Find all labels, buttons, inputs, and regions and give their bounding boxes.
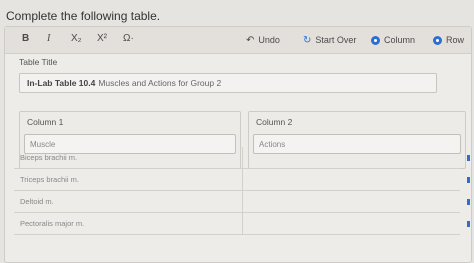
table-title-label: Table Title xyxy=(19,57,58,67)
bold-button[interactable]: B xyxy=(22,33,29,44)
table-row: Triceps brachii m. xyxy=(14,169,470,191)
italic-button[interactable]: I xyxy=(47,33,50,44)
row-4-cell-1[interactable]: Pectoralis major m. xyxy=(16,215,238,231)
column-2-label: Column 2 xyxy=(256,117,293,127)
start-over-button[interactable]: ↻ Start Over xyxy=(303,32,356,48)
add-column-label: Column xyxy=(384,35,416,45)
start-over-label: Start Over xyxy=(315,35,357,45)
add-row-button[interactable]: Row xyxy=(433,32,464,48)
column-1-label: Column 1 xyxy=(27,117,64,127)
table-row: Deltoid m. xyxy=(14,191,470,213)
add-row-label: Row xyxy=(446,35,465,45)
undo-icon: ↶ xyxy=(246,34,255,46)
row-handle-icon[interactable] xyxy=(467,199,470,205)
undo-label: Undo xyxy=(258,35,280,45)
question-prompt: Complete the following table. xyxy=(6,9,161,23)
row-handle-icon[interactable] xyxy=(467,155,470,161)
row-1-cell-2[interactable] xyxy=(242,147,458,168)
table-row: Biceps brachii m. xyxy=(14,147,470,169)
row-handle-icon[interactable] xyxy=(467,221,470,227)
editor-toolbar: B I X₂ X² Ω· ↶ Undo ↻ Start Over Column … xyxy=(5,27,471,54)
refresh-icon: ↻ xyxy=(303,34,312,46)
row-handle-icon[interactable] xyxy=(467,177,470,183)
row-4-cell-2[interactable] xyxy=(242,213,458,234)
table-title-text: Muscles and Actions for Group 2 xyxy=(98,78,222,88)
row-3-cell-2[interactable] xyxy=(242,191,458,212)
add-icon xyxy=(433,35,442,45)
table-row: Pectoralis major m. xyxy=(14,213,470,235)
row-3-cell-1[interactable]: Deltoid m. xyxy=(16,193,238,209)
special-characters-button[interactable]: Ω· xyxy=(123,33,134,44)
superscript-button[interactable]: X² xyxy=(97,33,107,44)
row-2-cell-2[interactable] xyxy=(242,169,458,190)
add-column-button[interactable]: Column xyxy=(371,32,415,48)
row-2-cell-1[interactable]: Triceps brachii m. xyxy=(16,171,238,187)
table-title-input[interactable]: In-Lab Table 10.4 Muscles and Actions fo… xyxy=(19,73,437,93)
subscript-button[interactable]: X₂ xyxy=(71,33,82,44)
add-icon xyxy=(371,35,380,45)
table-body: Biceps brachii m. Triceps brachii m. Del… xyxy=(14,147,470,235)
table-title-number: In-Lab Table 10.4 xyxy=(27,78,96,88)
undo-button[interactable]: ↶ Undo xyxy=(246,32,280,48)
row-1-cell-1[interactable]: Biceps brachii m. xyxy=(16,149,238,165)
